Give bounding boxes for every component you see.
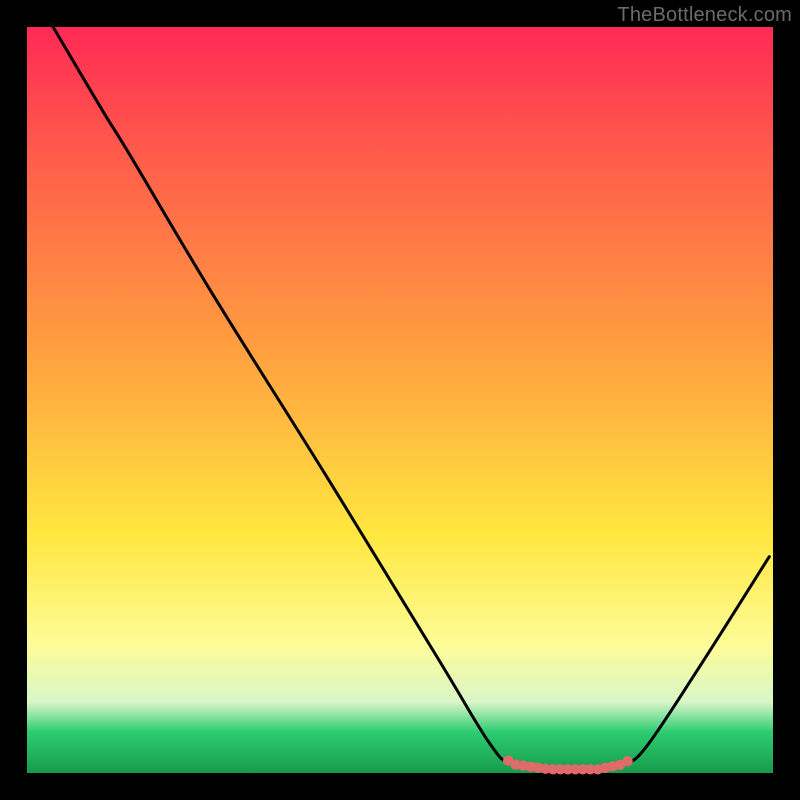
- watermark-text: TheBottleneck.com: [617, 4, 792, 27]
- plot-background: [27, 27, 773, 773]
- bottleneck-chart: [0, 0, 800, 800]
- optimal-marker: [622, 756, 632, 766]
- chart-container: TheBottleneck.com: [0, 0, 800, 800]
